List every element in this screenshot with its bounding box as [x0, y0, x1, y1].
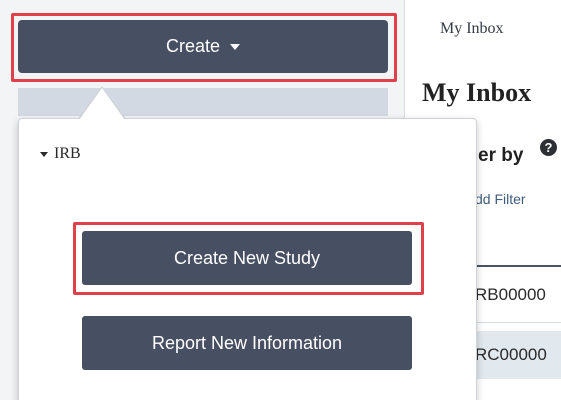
caret-down-icon — [40, 151, 48, 157]
dropdown-pointer — [79, 88, 125, 120]
create-button-label: Create — [165, 36, 221, 56]
page-title: My Inbox — [422, 78, 532, 107]
report-new-information-button[interactable]: Report New Information — [82, 316, 412, 370]
left-nav-bar — [18, 88, 388, 116]
create-new-study-button[interactable]: Create New Study — [82, 231, 412, 285]
add-filter-link[interactable]: dd Filter — [475, 191, 526, 207]
create-button[interactable]: Create — [18, 20, 388, 73]
filter-by-heading: er by — [478, 145, 524, 166]
help-icon[interactable]: ? — [540, 139, 557, 156]
irb-section-toggle[interactable]: IRB — [40, 145, 81, 163]
irb-section-label: IRB — [54, 145, 81, 162]
app-root: Create My Inbox My Inbox er by ? dd Filt… — [0, 0, 561, 400]
breadcrumb[interactable]: My Inbox — [440, 20, 504, 38]
chevron-down-icon — [230, 43, 241, 50]
